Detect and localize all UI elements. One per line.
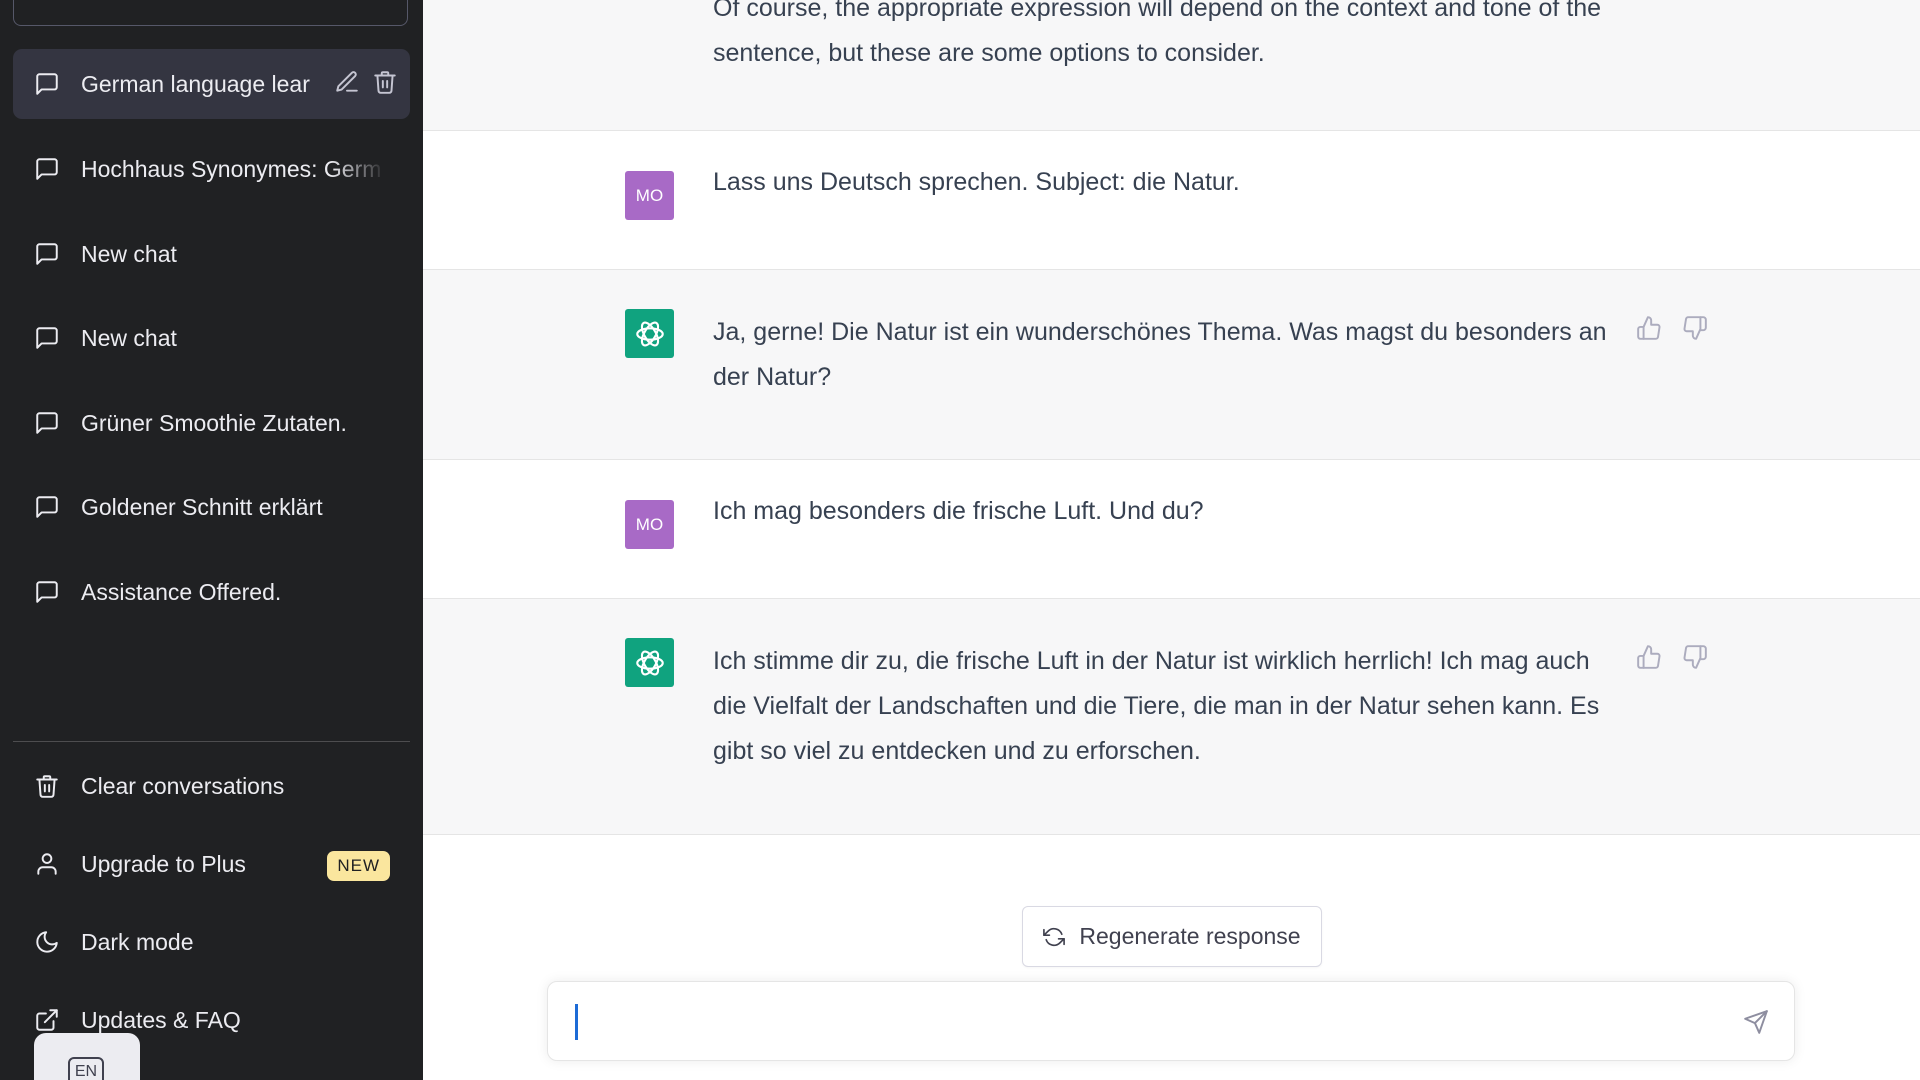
message-text: Ich stimme dir zu, die frische Luft in d… [713, 647, 1600, 765]
upgrade-label: Upgrade to Plus [81, 850, 246, 877]
regenerate-label: Regenerate response [1079, 923, 1301, 949]
language-code: EN [68, 1057, 104, 1080]
user-message: MO Lass uns Deutsch sprechen. Subject: d… [423, 131, 1920, 270]
trash-icon[interactable] [372, 69, 398, 95]
conversation-item[interactable]: New chat [13, 219, 410, 289]
refresh-icon [1043, 926, 1066, 948]
conversation-label: Hochhaus Synonymes: Germ [81, 155, 382, 182]
user-message: MO Ich mag besonders die frische Luft. U… [423, 460, 1920, 599]
dark-mode-label: Dark mode [81, 928, 194, 955]
thumbs-up-icon[interactable] [1636, 315, 1662, 341]
conversation-item[interactable]: New chat [13, 303, 410, 373]
conversation-label: Assistance Offered. [81, 578, 282, 605]
conversation-label: New chat [81, 240, 177, 267]
external-link-icon [33, 1006, 61, 1034]
message-text: Lass uns Deutsch sprechen. Subject: die … [713, 168, 1240, 196]
message-input-box [547, 981, 1795, 1061]
chat-bubble-icon [33, 155, 61, 183]
openai-logo-icon [635, 321, 664, 346]
clear-conversations-label: Clear conversations [81, 772, 285, 799]
conversation-item[interactable]: Goldener Schnitt erklärt [13, 472, 410, 542]
chat-bubble-icon [33, 493, 61, 521]
language-button[interactable]: EN [34, 1033, 140, 1080]
new-chat-button[interactable] [13, 0, 408, 26]
conversation-label: German language lear [81, 70, 310, 97]
conversation-label: Goldener Schnitt erklärt [81, 493, 323, 520]
thumbs-down-icon[interactable] [1682, 644, 1708, 670]
user-icon [33, 850, 61, 878]
text-caret [575, 1004, 578, 1040]
chat-bubble-icon [33, 578, 61, 606]
conversation-actions [334, 69, 398, 95]
thumbs-up-icon[interactable] [1636, 644, 1662, 670]
chat-bubble-icon [33, 324, 61, 352]
conversation-item-active[interactable]: German language lear [13, 49, 410, 119]
chat-area: Of course, the appropriate expression wi… [423, 0, 1920, 1080]
assistant-message: Ich stimme dir zu, die frische Luft in d… [423, 599, 1920, 835]
user-avatar: MO [625, 500, 674, 549]
send-icon[interactable] [1740, 1006, 1772, 1038]
thumbs-down-icon[interactable] [1682, 315, 1708, 341]
sidebar: German language lear Hochhaus Synonymes:… [0, 0, 423, 1080]
moon-icon [33, 928, 61, 956]
assistant-message: Ja, gerne! Die Natur ist ein wunderschön… [423, 270, 1920, 460]
regenerate-response-button[interactable]: Regenerate response [1022, 906, 1322, 967]
dark-mode-toggle[interactable]: Dark mode [13, 907, 410, 977]
updates-faq-label: Updates & FAQ [81, 1006, 241, 1033]
message-input[interactable] [574, 1004, 1728, 1044]
user-avatar: MO [625, 171, 674, 220]
clear-conversations-button[interactable]: Clear conversations [13, 751, 410, 821]
feedback-buttons [1636, 644, 1708, 670]
assistant-avatar [625, 309, 674, 358]
conversation-item[interactable]: Grüner Smoothie Zutaten. [13, 388, 410, 458]
chat-bubble-icon [33, 240, 61, 268]
conversation-label: New chat [81, 324, 177, 351]
chat-bubble-icon [33, 70, 61, 98]
new-badge: NEW [327, 851, 390, 881]
trash-icon [33, 772, 61, 800]
message-text: Ja, gerne! Die Natur ist ein wunderschön… [713, 318, 1607, 391]
conversation-label: Grüner Smoothie Zutaten. [81, 409, 347, 436]
upgrade-to-plus-button[interactable]: Upgrade to Plus NEW [13, 829, 410, 899]
conversation-item[interactable]: Hochhaus Synonymes: Germ [13, 134, 410, 204]
sidebar-divider [13, 741, 410, 742]
message-text: Ich mag besonders die frische Luft. Und … [713, 497, 1204, 525]
edit-pencil-icon[interactable] [334, 69, 360, 95]
openai-logo-icon [635, 650, 664, 675]
conversation-item[interactable]: Assistance Offered. [13, 557, 410, 627]
feedback-buttons [1636, 315, 1708, 341]
assistant-message: Of course, the appropriate expression wi… [423, 0, 1920, 131]
message-text: Of course, the appropriate expression wi… [713, 0, 1602, 67]
assistant-avatar [625, 638, 674, 687]
chat-bubble-icon [33, 409, 61, 437]
